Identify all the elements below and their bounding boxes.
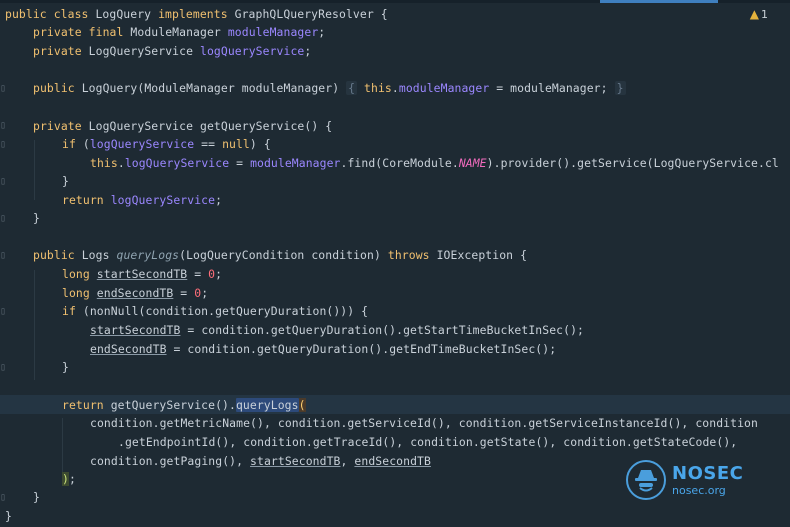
code-line-10[interactable]: } bbox=[33, 209, 40, 227]
code-line-15[interactable]: startSecondTB = condition.getQueryDurati… bbox=[90, 321, 584, 339]
warning-count: 1 bbox=[761, 7, 768, 21]
fold-marker-icon[interactable]: ▯ bbox=[0, 363, 6, 373]
fold-marker-icon[interactable]: ▯ bbox=[0, 140, 6, 150]
code-line-23[interactable]: } bbox=[33, 488, 40, 506]
code-line-17[interactable]: } bbox=[62, 358, 69, 376]
code-line-7[interactable]: this.logQueryService = moduleManager.fin… bbox=[90, 154, 779, 172]
indent-guide bbox=[62, 418, 63, 476]
spy-hat-logo-icon bbox=[626, 460, 666, 500]
indent-guide bbox=[34, 270, 35, 380]
watermark-title: NOSEC bbox=[672, 462, 744, 484]
indent-guide bbox=[34, 140, 35, 200]
code-line-20[interactable]: .getEndpointId(), condition.getTraceId()… bbox=[118, 433, 737, 451]
code-line-22[interactable]: ); bbox=[62, 470, 76, 488]
code-line-13[interactable]: long endSecondTB = 0; bbox=[62, 284, 208, 302]
fold-marker-icon[interactable]: ▯ bbox=[0, 121, 6, 131]
code-line-2[interactable]: private final ModuleManager moduleManage… bbox=[33, 23, 325, 41]
fold-marker-icon[interactable]: ▯ bbox=[0, 214, 6, 224]
code-line-18[interactable]: return getQueryService().queryLogs( bbox=[62, 396, 306, 414]
fold-marker-icon[interactable]: ▯ bbox=[0, 84, 6, 94]
code-line-8[interactable]: } bbox=[62, 172, 69, 190]
code-line-4[interactable]: public LogQuery(ModuleManager moduleMana… bbox=[33, 79, 626, 97]
code-line-11[interactable]: public Logs queryLogs(LogQueryCondition … bbox=[33, 246, 527, 264]
warning-triangle-icon: ▲ bbox=[749, 7, 759, 21]
nosec-watermark: NOSEC nosec.org bbox=[626, 460, 743, 500]
code-line-24[interactable]: } bbox=[5, 507, 12, 525]
code-editor[interactable]: ▲ 1 ▯ ▯ ▯ ▯ ▯ ▯ ▯ ▯ ▯ public class LogQu… bbox=[0, 0, 790, 527]
code-line-21[interactable]: condition.getPaging(), startSecondTB, en… bbox=[90, 452, 431, 470]
fold-marker-icon[interactable]: ▯ bbox=[0, 307, 6, 317]
code-line-9[interactable]: return logQueryService; bbox=[62, 191, 222, 209]
code-line-12[interactable]: long startSecondTB = 0; bbox=[62, 265, 222, 283]
code-line-14[interactable]: if (nonNull(condition.getQueryDuration()… bbox=[62, 302, 368, 320]
code-line-1[interactable]: public class LogQuery implements GraphQL… bbox=[5, 5, 388, 23]
inspection-warning-indicator[interactable]: ▲ 1 bbox=[750, 7, 768, 21]
fold-marker-icon[interactable]: ▯ bbox=[0, 177, 6, 187]
fold-marker-icon[interactable]: ▯ bbox=[0, 251, 6, 261]
code-line-3[interactable]: private LogQueryService logQueryService; bbox=[33, 42, 311, 60]
watermark-subtitle: nosec.org bbox=[672, 483, 726, 497]
horizontal-scroll-thumb[interactable] bbox=[600, 0, 718, 3]
code-line-16[interactable]: endSecondTB = condition.getQueryDuration… bbox=[90, 340, 556, 358]
code-line-6[interactable]: if (logQueryService == null) { bbox=[62, 135, 271, 153]
fold-marker-icon[interactable]: ▯ bbox=[0, 493, 6, 503]
code-line-5[interactable]: private LogQueryService getQueryService(… bbox=[33, 117, 332, 135]
code-line-19[interactable]: condition.getMetricName(), condition.get… bbox=[90, 414, 758, 432]
